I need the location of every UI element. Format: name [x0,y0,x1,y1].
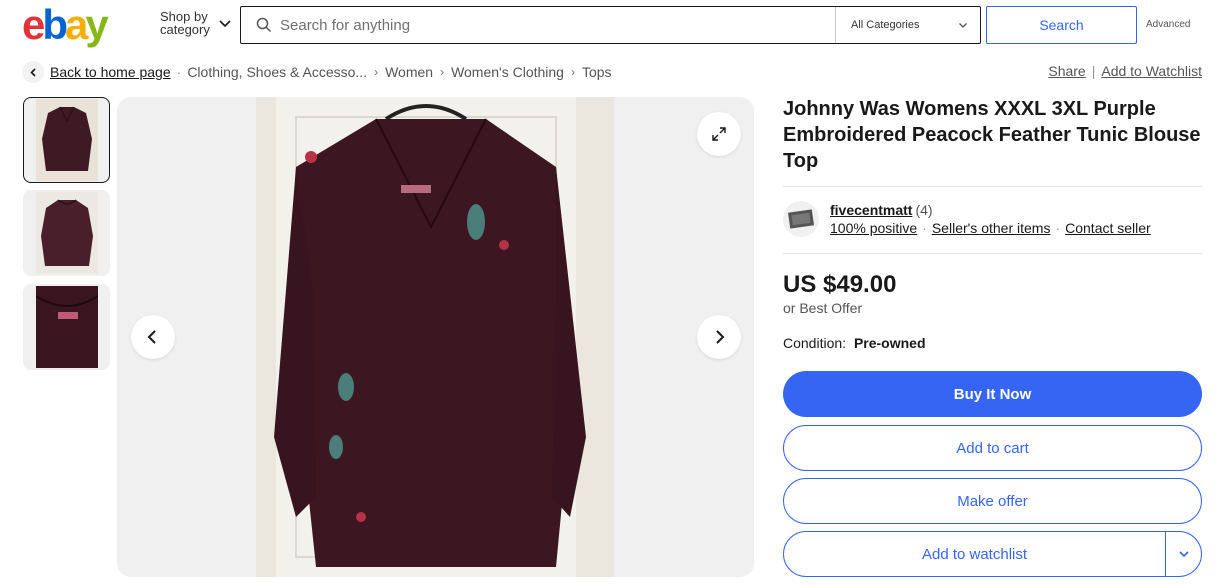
chevron-right-icon: › [440,65,445,79]
condition-row: Condition: Pre-owned [783,335,926,351]
thumbnail-3[interactable] [23,284,110,370]
seller-name-row: fivecentmatt (4) [830,202,933,218]
top-right-links: Share | Add to Watchlist [1048,63,1202,79]
add-to-watchlist-link[interactable]: Add to Watchlist [1101,63,1202,79]
chevron-left-icon [147,330,156,344]
previous-image-button[interactable] [131,315,175,359]
contact-seller-link[interactable]: Contact seller [1065,220,1151,236]
best-offer-note: or Best Offer [783,300,863,316]
shop-by-line2: category [160,22,210,37]
main-product-image[interactable] [117,97,754,577]
ebay-logo[interactable]: ebay [22,1,130,49]
seller-other-items-link[interactable]: Seller's other items [932,220,1051,236]
price: US $49.00 [783,271,897,298]
link-separator: | [1091,63,1096,79]
breadcrumb-separator: · [176,64,182,80]
search-input[interactable] [280,8,835,42]
share-link[interactable]: Share [1048,63,1085,79]
link-separator: · [922,220,927,236]
add-to-cart-button[interactable]: Add to cart [783,425,1202,471]
make-offer-button[interactable]: Make offer [783,478,1202,524]
search-bar: All Categories [240,6,981,44]
seller-avatar-image [788,209,814,229]
watchlist-split-button: Add to watchlist [783,531,1202,577]
seller-name-link[interactable]: fivecentmatt [830,202,912,218]
advanced-search-link[interactable]: Advanced [1146,19,1190,30]
chevron-right-icon: › [374,65,379,79]
thumbnail-1[interactable] [23,97,110,183]
chevron-down-icon [1178,551,1189,558]
category-select[interactable]: All Categories [835,7,980,43]
seller-links: 100% positive · Seller's other items · C… [830,220,1151,236]
divider [783,186,1202,187]
chevron-down-icon [959,23,967,28]
back-button[interactable] [22,61,44,83]
seller-avatar[interactable] [783,201,819,237]
search-button[interactable]: Search [986,6,1137,44]
watchlist-dropdown-button[interactable] [1165,532,1201,576]
shop-by-category-button[interactable]: Shop by category [160,10,232,36]
expand-icon [712,127,726,141]
back-to-home-link[interactable]: Back to home page [50,64,171,80]
breadcrumb-item-clothing[interactable]: Clothing, Shoes & Accesso... [187,64,367,80]
chevron-left-icon [29,67,36,77]
link-separator: · [1055,220,1061,236]
next-image-button[interactable] [697,315,741,359]
chevron-right-icon [716,330,725,344]
product-thumbnail-image [35,99,98,181]
search-icon [256,17,272,33]
product-thumbnail-image [35,192,98,274]
listing-title: Johnny Was Womens XXXL 3XL Purple Embroi… [783,98,1201,172]
seller-feedback-count: (4) [915,202,933,218]
breadcrumb-item-tops[interactable]: Tops [582,64,612,80]
buy-it-now-button[interactable]: Buy It Now [783,371,1202,417]
seller-positive-link[interactable]: 100% positive [830,220,917,236]
expand-button[interactable] [697,112,741,156]
add-to-watchlist-button[interactable]: Add to watchlist [784,532,1165,576]
product-thumbnail-image [35,286,98,368]
product-photo [256,97,614,577]
breadcrumb-item-womens-clothing[interactable]: Women's Clothing [451,64,564,80]
divider [783,253,1202,254]
thumbnail-2[interactable] [23,190,110,276]
condition-value: Pre-owned [853,335,926,351]
chevron-down-icon [219,20,231,28]
breadcrumb-item-women[interactable]: Women [385,64,433,80]
breadcrumb: Back to home page · Clothing, Shoes & Ac… [22,60,612,84]
category-select-value: All Categories [851,19,920,31]
svg-text:ebay: ebay [22,3,109,48]
condition-label: Condition: [783,335,847,351]
chevron-right-icon: › [570,65,575,79]
